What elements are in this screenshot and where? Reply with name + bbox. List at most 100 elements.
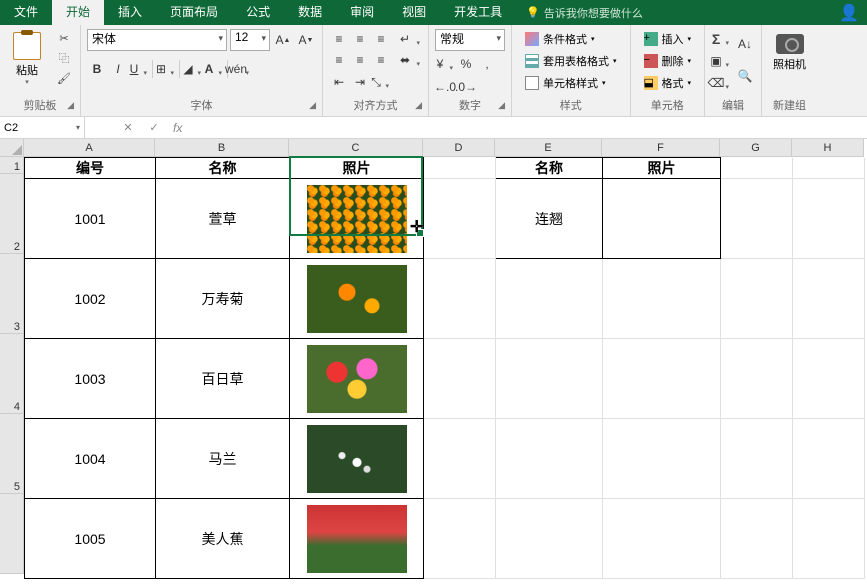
format-cells-button[interactable]: ⬓格式▾ (637, 73, 699, 93)
col-head-c[interactable]: C (289, 139, 423, 157)
tab-layout[interactable]: 页面布局 (156, 0, 232, 25)
align-bottom[interactable]: ≡ (371, 29, 391, 49)
col-head-d[interactable]: D (423, 139, 495, 157)
col-head-e[interactable]: E (495, 139, 602, 157)
find-button[interactable]: 🔍 (735, 61, 755, 91)
cell-G6[interactable] (721, 499, 793, 579)
decrease-decimal[interactable]: .0→ (456, 77, 476, 97)
cell-B4[interactable]: 百日草 (156, 339, 290, 419)
select-all-corner[interactable] (0, 139, 24, 157)
row-head-2[interactable]: 2 (0, 174, 24, 254)
cell-A1[interactable]: 编号 (25, 158, 156, 179)
tab-review[interactable]: 审阅 (336, 0, 388, 25)
col-head-a[interactable]: A (24, 139, 155, 157)
border-button[interactable]: ⊞ (156, 59, 176, 79)
cell-G1[interactable] (721, 158, 793, 179)
name-box[interactable]: C2▾ (0, 117, 85, 138)
cell-C4[interactable] (290, 339, 424, 419)
cell-A2[interactable]: 1001 (25, 179, 156, 259)
align-launcher[interactable]: ◢ (415, 97, 422, 113)
cell-H4[interactable] (793, 339, 865, 419)
cell-B3[interactable]: 万寿菊 (156, 259, 290, 339)
row-head-4[interactable]: 4 (0, 334, 24, 414)
align-middle[interactable]: ≡ (350, 29, 370, 49)
cell-H3[interactable] (793, 259, 865, 339)
font-size-select[interactable]: 12 (230, 29, 270, 51)
sort-filter-button[interactable]: A↓ (735, 29, 755, 59)
paste-button[interactable]: 粘贴 ▾ (6, 29, 48, 98)
cancel-formula[interactable]: ✕ (119, 121, 137, 134)
comma-button[interactable]: , (477, 54, 497, 74)
cell-D6[interactable] (424, 499, 496, 579)
cell-B2[interactable]: 萱草 (156, 179, 290, 259)
number-format-select[interactable]: 常规 (435, 29, 505, 51)
cell-C6[interactable] (290, 499, 424, 579)
cell-C2[interactable] (290, 179, 424, 259)
row-head-3[interactable]: 3 (0, 254, 24, 334)
row-head-6[interactable] (0, 494, 24, 574)
cell-A3[interactable]: 1002 (25, 259, 156, 339)
cell-F5[interactable] (603, 419, 721, 499)
tab-dev[interactable]: 开发工具 (440, 0, 516, 25)
clear-button[interactable]: ⌫ (711, 73, 731, 93)
copy-button[interactable]: ⿻ (54, 49, 74, 67)
share-icon[interactable]: 👤 (839, 3, 859, 23)
cell-D1[interactable] (424, 158, 496, 179)
col-head-b[interactable]: B (155, 139, 289, 157)
tab-insert[interactable]: 插入 (104, 0, 156, 25)
bold-button[interactable]: B (87, 59, 107, 79)
cell-F2[interactable] (603, 179, 721, 259)
underline-button[interactable]: U (129, 59, 149, 79)
cell-E1[interactable]: 名称 (496, 158, 603, 179)
align-top[interactable]: ≡ (329, 29, 349, 49)
italic-button[interactable]: I (108, 59, 128, 79)
col-head-g[interactable]: G (720, 139, 792, 157)
cell-G2[interactable] (721, 179, 793, 259)
cell-B6[interactable]: 美人蕉 (156, 499, 290, 579)
cell-H5[interactable] (793, 419, 865, 499)
cell-D4[interactable] (424, 339, 496, 419)
cell-H2[interactable] (793, 179, 865, 259)
cell-E4[interactable] (496, 339, 603, 419)
row-head-1[interactable]: 1 (0, 157, 24, 174)
cell-F1[interactable]: 照片 (603, 158, 721, 179)
cell-D2[interactable] (424, 179, 496, 259)
cell-G5[interactable] (721, 419, 793, 499)
format-as-table-button[interactable]: 套用表格格式▾ (518, 51, 624, 71)
indent-decrease[interactable]: ⇤ (329, 72, 349, 92)
align-right[interactable]: ≡ (371, 50, 391, 70)
cell-styles-button[interactable]: 单元格样式▾ (518, 73, 624, 93)
wrap-text-button[interactable]: ↵ (398, 29, 422, 49)
col-head-h[interactable]: H (792, 139, 864, 157)
cell-F6[interactable] (603, 499, 721, 579)
cell-D3[interactable] (424, 259, 496, 339)
cell-B5[interactable]: 马兰 (156, 419, 290, 499)
tab-formulas[interactable]: 公式 (232, 0, 284, 25)
delete-cells-button[interactable]: −删除▾ (637, 51, 699, 71)
align-left[interactable]: ≡ (329, 50, 349, 70)
grow-font-button[interactable]: A▲ (273, 30, 293, 50)
increase-decimal[interactable]: ←.0 (435, 77, 455, 97)
format-painter-button[interactable]: 🖌 (54, 69, 74, 87)
cell-E5[interactable] (496, 419, 603, 499)
align-center[interactable]: ≡ (350, 50, 370, 70)
fx-icon[interactable]: fx (173, 121, 182, 135)
tab-data[interactable]: 数据 (284, 0, 336, 25)
cell-E3[interactable] (496, 259, 603, 339)
font-color-button[interactable]: A (204, 59, 224, 79)
cell-E6[interactable] (496, 499, 603, 579)
cell-C3[interactable] (290, 259, 424, 339)
cell-A4[interactable]: 1003 (25, 339, 156, 419)
cell-F3[interactable] (603, 259, 721, 339)
cell-C5[interactable] (290, 419, 424, 499)
autosum-button[interactable]: Σ (711, 29, 731, 49)
cell-G4[interactable] (721, 339, 793, 419)
camera-button[interactable]: 照相机 (768, 29, 811, 77)
cut-button[interactable]: ✂ (54, 29, 74, 47)
insert-cells-button[interactable]: +插入▾ (637, 29, 699, 49)
enter-formula[interactable]: ✓ (145, 121, 163, 134)
conditional-format-button[interactable]: 条件格式▾ (518, 29, 624, 49)
tab-view[interactable]: 视图 (388, 0, 440, 25)
cell-F4[interactable] (603, 339, 721, 419)
cell-D5[interactable] (424, 419, 496, 499)
